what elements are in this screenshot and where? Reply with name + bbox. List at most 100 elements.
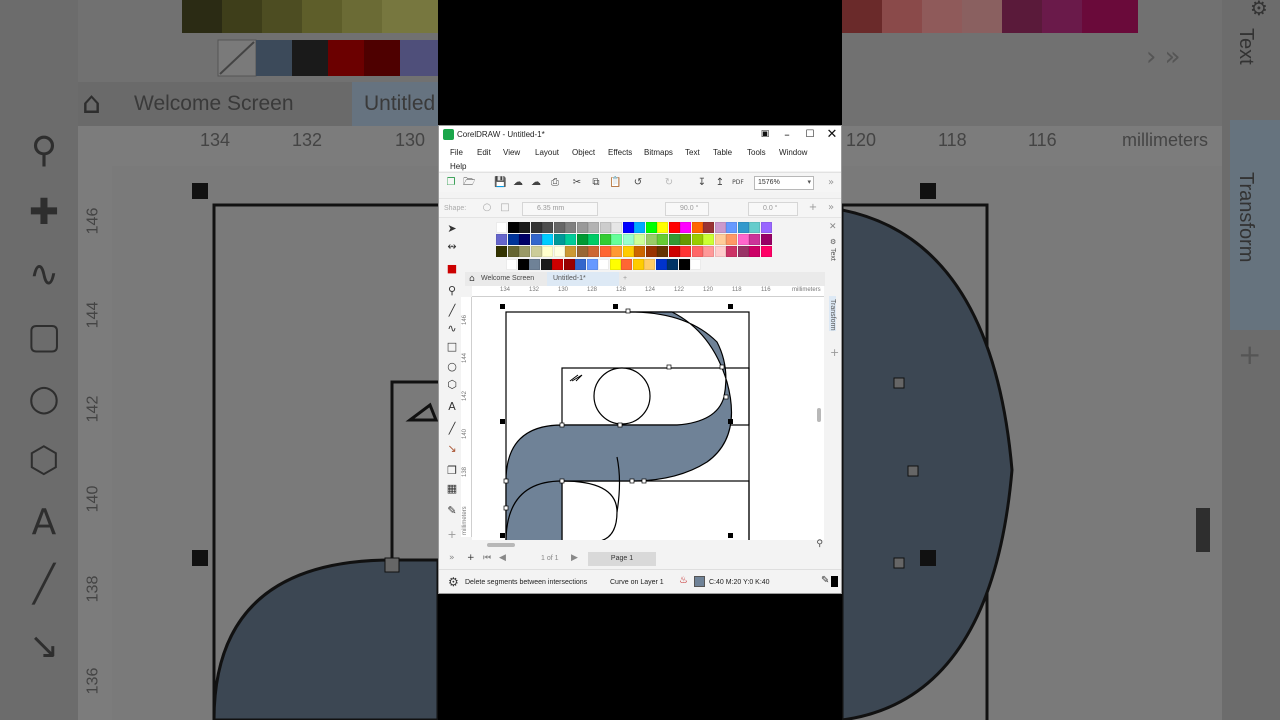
color-swatch[interactable] — [565, 222, 576, 233]
account-icon[interactable]: ▣ — [755, 127, 775, 142]
color-swatch[interactable] — [726, 234, 737, 245]
outline-color-swatch[interactable] — [831, 576, 838, 587]
close-docker-icon[interactable]: ✕ — [829, 222, 837, 232]
color-swatch[interactable] — [737, 222, 749, 233]
maximize-icon[interactable]: ☐ — [800, 127, 820, 142]
menu-table[interactable]: Table — [713, 148, 732, 157]
color-swatch[interactable] — [644, 259, 655, 270]
color-swatch[interactable] — [553, 246, 565, 257]
undo-icon[interactable]: ↺ — [632, 177, 644, 189]
color-swatch[interactable] — [691, 246, 703, 257]
tab-welcome-screen[interactable]: Welcome Screen — [475, 272, 540, 286]
color-swatch[interactable] — [542, 222, 553, 233]
menu-text[interactable]: Text — [685, 148, 700, 157]
freehand-tool-icon[interactable]: ╱ — [445, 304, 459, 318]
color-swatch[interactable] — [553, 234, 565, 245]
outline-pen-icon[interactable]: ✎ — [821, 575, 829, 586]
drop-shadow-icon[interactable]: ❐ — [445, 464, 459, 478]
color-swatch[interactable] — [691, 222, 703, 233]
docker-tab-text[interactable]: Text — [829, 248, 836, 261]
color-swatch[interactable] — [691, 234, 703, 245]
add-docker-icon[interactable]: + — [830, 346, 839, 359]
previous-page-icon[interactable]: ◀ — [499, 553, 506, 563]
color-swatch[interactable] — [668, 246, 680, 257]
color-swatch[interactable] — [611, 234, 622, 245]
color-swatch[interactable] — [703, 234, 714, 245]
ellipse-tool-icon[interactable]: ○ — [445, 360, 459, 374]
color-swatch[interactable] — [622, 222, 634, 233]
page-tab[interactable]: Page 1 — [588, 552, 656, 566]
color-swatch[interactable] — [542, 246, 553, 257]
color-swatch[interactable] — [645, 246, 657, 257]
color-swatch[interactable] — [703, 222, 714, 233]
color-swatch[interactable] — [632, 259, 644, 270]
color-swatch[interactable] — [749, 246, 760, 257]
color-swatch[interactable] — [530, 234, 542, 245]
menu-edit[interactable]: Edit — [477, 148, 491, 157]
paste-icon[interactable]: 📋 — [609, 177, 621, 189]
color-swatch[interactable] — [611, 246, 622, 257]
cloud-upload-icon[interactable]: ☁ — [530, 177, 542, 189]
color-swatch[interactable] — [760, 246, 772, 257]
color-swatch[interactable] — [680, 246, 691, 257]
circle-shape[interactable] — [593, 367, 651, 425]
zoom-tool-icon[interactable]: ⚲ — [445, 284, 459, 298]
color-swatch[interactable] — [714, 222, 726, 233]
color-swatch[interactable] — [599, 234, 611, 245]
first-page-icon[interactable]: ⏮ — [483, 553, 491, 563]
color-swatch[interactable] — [726, 222, 737, 233]
pick-tool-icon[interactable]: ➤ — [445, 222, 459, 236]
dimension-tool-icon[interactable]: ╱ — [445, 422, 459, 436]
color-swatch[interactable] — [576, 246, 588, 257]
color-swatch[interactable] — [749, 222, 760, 233]
horizontal-scrollbar[interactable]: ⚲ — [472, 539, 824, 550]
color-swatch[interactable] — [586, 259, 598, 270]
fill-color-swatch[interactable] — [694, 576, 705, 587]
add-icon[interactable]: + — [807, 202, 819, 214]
color-swatch[interactable] — [598, 259, 609, 270]
vertical-scrollbar[interactable] — [817, 408, 821, 422]
color-swatch[interactable] — [749, 234, 760, 245]
add-tool-icon[interactable]: + — [445, 528, 459, 542]
menu-tools[interactable]: Tools — [747, 148, 766, 157]
polygon-tool-icon[interactable]: ⬡ — [445, 378, 459, 392]
color-swatch[interactable] — [657, 234, 668, 245]
color-swatch[interactable] — [714, 246, 726, 257]
color-swatch[interactable] — [645, 222, 657, 233]
inner-rect-bottom[interactable] — [561, 480, 750, 540]
color-swatch[interactable] — [634, 246, 645, 257]
color-swatch[interactable] — [657, 246, 668, 257]
add-page-before-icon[interactable]: + — [467, 553, 475, 563]
color-swatch[interactable] — [726, 246, 737, 257]
angle-field-2[interactable]: 0.0 ° — [748, 202, 798, 216]
color-swatch[interactable] — [599, 246, 611, 257]
open-icon[interactable]: 🗁 — [463, 177, 475, 189]
color-swatch[interactable] — [621, 259, 632, 270]
arc-shape-2[interactable] — [561, 480, 618, 540]
color-swatch[interactable] — [506, 259, 517, 270]
color-swatch[interactable] — [714, 234, 726, 245]
shape-circle-icon[interactable]: ○ — [481, 202, 493, 214]
color-swatch[interactable] — [519, 234, 530, 245]
cloud-download-icon[interactable]: ☁ — [512, 177, 524, 189]
vertical-ruler[interactable]: 146 144 142 140 138 millimeters — [461, 297, 472, 537]
toolbar-overflow-icon[interactable]: » — [825, 177, 837, 189]
save-icon[interactable]: 💾 — [494, 177, 506, 189]
artistic-media-icon[interactable]: ∿ — [445, 322, 459, 336]
copy-icon[interactable]: ⧉ — [590, 177, 602, 189]
propbar-overflow-icon[interactable]: » — [825, 202, 837, 214]
color-swatch[interactable] — [622, 246, 634, 257]
docker-tab-transform[interactable]: Transform — [829, 296, 836, 331]
color-swatch[interactable] — [575, 259, 586, 270]
redo-icon[interactable]: ↻ — [663, 177, 675, 189]
color-swatch[interactable] — [530, 246, 542, 257]
connector-tool-icon[interactable]: ↘ — [445, 442, 459, 456]
new-document-icon[interactable]: ❐ — [445, 177, 457, 189]
color-swatch[interactable] — [517, 259, 529, 270]
color-swatch[interactable] — [563, 259, 575, 270]
color-swatch[interactable] — [576, 234, 588, 245]
color-swatch[interactable] — [588, 246, 599, 257]
color-swatch[interactable] — [496, 234, 507, 245]
menu-bitmaps[interactable]: Bitmaps — [644, 148, 673, 157]
color-swatch[interactable] — [507, 222, 519, 233]
